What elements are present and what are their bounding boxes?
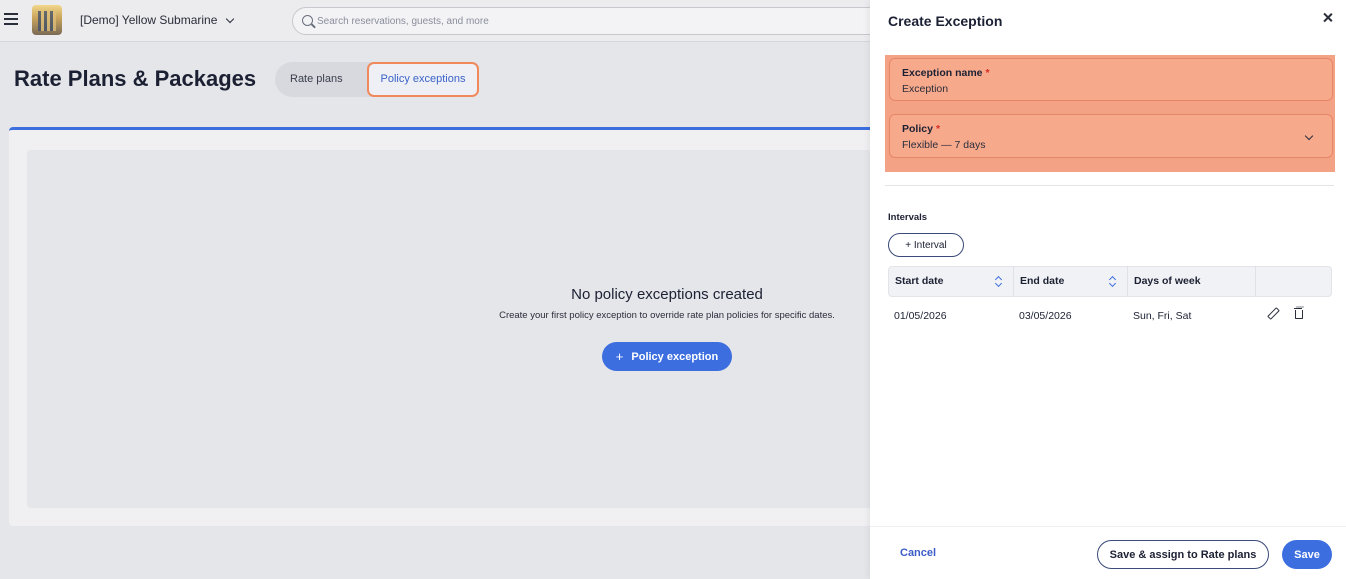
add-interval-button[interactable]: + Interval [888,233,964,257]
exception-name-value: Exception [902,83,949,95]
required-marker: * [935,123,941,135]
column-start-date[interactable]: Start date [895,267,943,296]
exception-name-label: Exception name [902,67,983,79]
intervals-heading: Intervals [888,212,928,223]
panel-footer: Cancel Save & assign to Rate plans Save [870,526,1346,579]
save-button[interactable]: Save [1282,540,1332,569]
end-date-cell: 03/05/2026 [1019,310,1072,322]
tab-policy-exceptions[interactable]: Policy exceptions [367,62,479,97]
empty-state [27,150,897,508]
policy-exceptions-card [9,127,909,526]
menu-icon[interactable] [4,13,18,27]
sort-icon[interactable] [1109,276,1116,287]
chevron-down-icon [226,14,235,23]
plus-icon: + [615,349,624,364]
close-icon[interactable] [1322,12,1334,24]
property-switcher[interactable]: [Demo] Yellow Submarine [80,13,235,27]
tab-rate-plans[interactable]: Rate plans [290,62,343,97]
search-icon [302,15,313,26]
add-policy-exception-button[interactable]: + Policy exception [602,342,732,371]
days-of-week-cell: Sun, Fri, Sat [1133,310,1192,322]
policy-label: Policy [902,123,933,135]
policy-select[interactable]: Policy * Flexible — 7 days [889,114,1333,158]
chevron-down-icon [1304,131,1314,141]
property-thumbnail[interactable] [32,5,62,35]
property-name-label: [Demo] Yellow Submarine [80,13,218,27]
sort-icon[interactable] [995,276,1002,287]
page-title: Rate Plans & Packages [14,66,257,91]
trash-icon[interactable] [1294,307,1304,319]
divider [885,185,1334,186]
view-tabs: Rate plans Policy exceptions [275,62,479,97]
edit-icon[interactable] [1266,307,1280,321]
policy-value: Flexible — 7 days [902,139,986,151]
table-row: 01/05/2026 03/05/2026 Sun, Fri, Sat [888,297,1332,333]
add-policy-exception-label: Policy exception [631,350,719,363]
start-date-cell: 01/05/2026 [894,310,947,322]
create-exception-panel: Create Exception Exception name * Excepti… [870,0,1346,579]
intervals-table: Start date End date Days of week 01/05/2… [888,266,1332,333]
column-days-of-week: Days of week [1134,275,1201,287]
required-marker: * [985,67,990,79]
cancel-button[interactable]: Cancel [900,547,936,559]
column-end-date[interactable]: End date [1020,267,1064,296]
panel-title: Create Exception [888,13,1003,29]
global-search[interactable] [292,7,912,35]
fields-highlight: Exception name * Exception Policy * Flexib… [885,55,1335,172]
table-header: Start date End date Days of week [888,266,1332,297]
exception-name-field[interactable]: Exception name * Exception [889,58,1333,101]
search-input[interactable] [317,8,897,34]
save-assign-button[interactable]: Save & assign to Rate plans [1097,540,1269,569]
